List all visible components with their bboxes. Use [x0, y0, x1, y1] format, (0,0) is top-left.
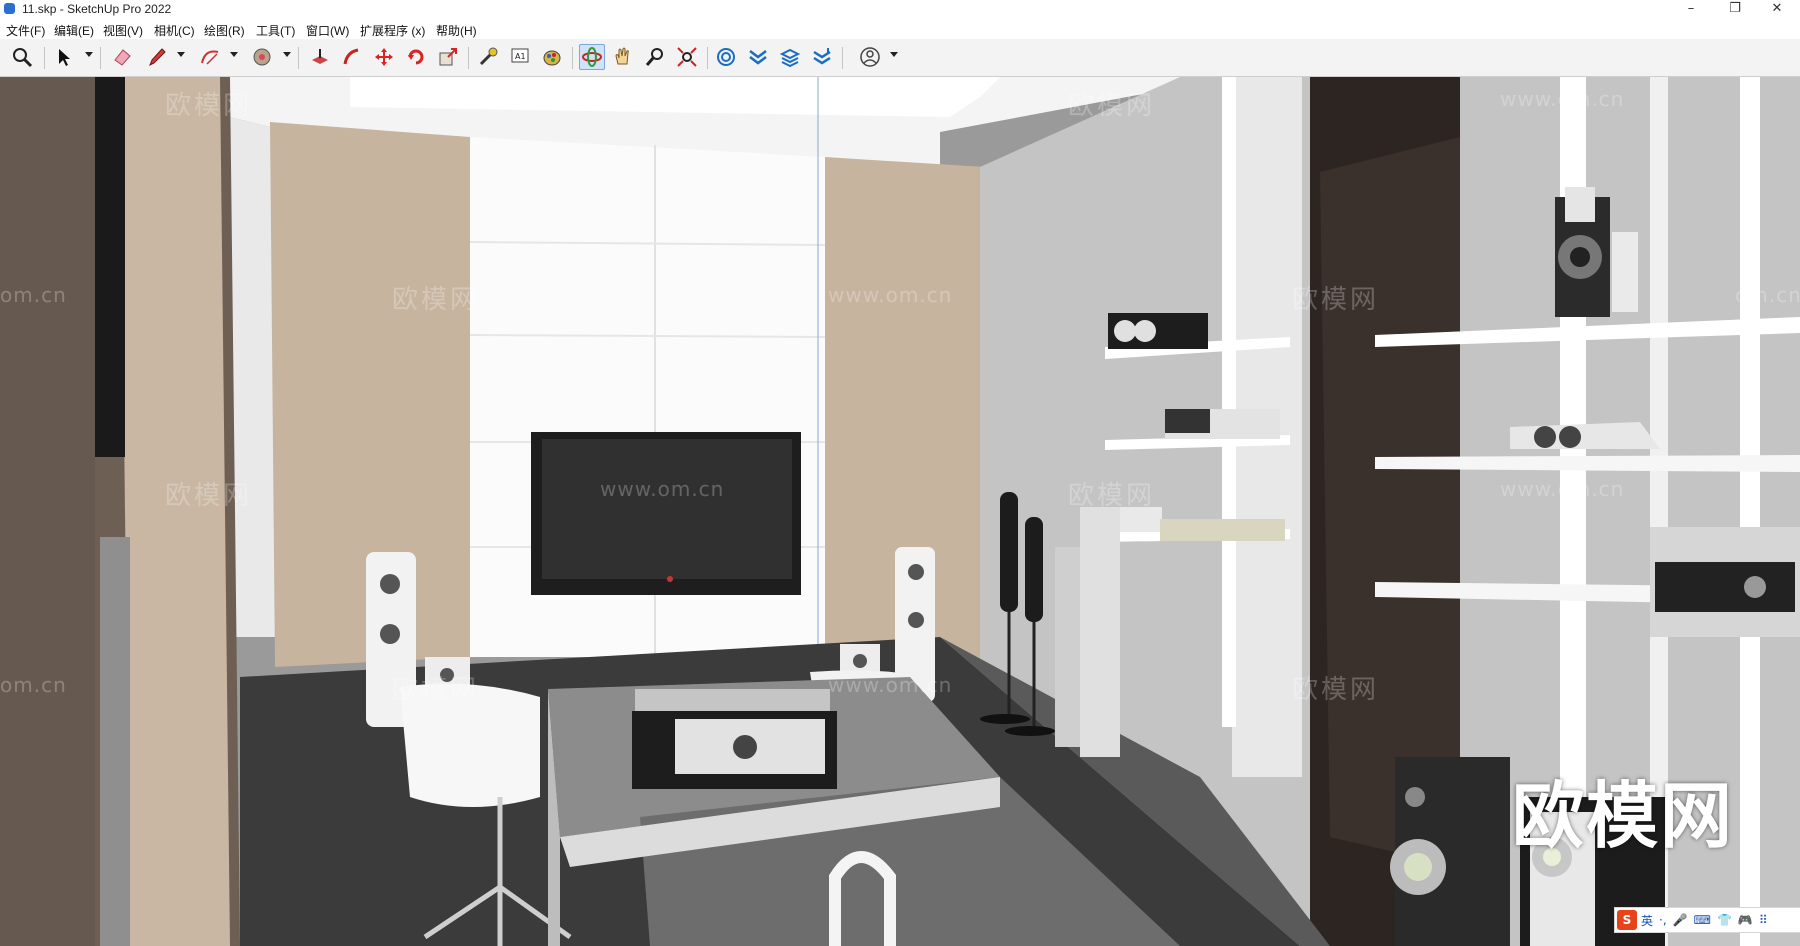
watermark: 欧模网 [392, 675, 480, 705]
arc-dropdown-icon[interactable] [230, 52, 238, 57]
select-icon[interactable] [52, 45, 76, 69]
watermark: om.cn [0, 673, 67, 697]
orbit-icon[interactable] [579, 44, 605, 70]
ime-punctuation-toggle[interactable]: ·, [1659, 913, 1667, 927]
toolbar-separator [298, 47, 299, 69]
toolbar-separator [44, 47, 45, 69]
watermark: 欧模网 [1068, 481, 1156, 511]
ime-language-toggle[interactable]: 英 [1641, 912, 1653, 929]
menu-view[interactable]: 视图(V) [103, 22, 143, 39]
watermark: 欧模网 [165, 91, 253, 121]
text-tool-label: A1 [515, 52, 526, 61]
eraser-icon[interactable] [110, 45, 134, 69]
watermark: www.om.cn [828, 283, 953, 307]
microphone-icon[interactable]: 🎤 [1673, 913, 1688, 927]
toolbar-separator [707, 47, 708, 69]
menu-edit[interactable]: 编辑(E) [54, 22, 94, 39]
paint-icon[interactable] [540, 45, 564, 69]
toolbar-separator [100, 47, 101, 69]
toolbar-separator [842, 47, 843, 69]
3d-warehouse-icon[interactable] [714, 45, 738, 69]
watermark: www.om.cn [1500, 87, 1625, 111]
menu-extensions[interactable]: 扩展程序 (x) [360, 22, 425, 39]
game-icon[interactable]: 🎮 [1738, 913, 1753, 927]
restore-button[interactable]: ❐ [1712, 0, 1758, 19]
zoom-icon[interactable] [10, 45, 34, 69]
close-button[interactable]: ✕ [1754, 0, 1800, 19]
pan-icon[interactable] [611, 45, 635, 69]
ime-logo-icon[interactable]: S [1617, 910, 1637, 930]
follow-me-icon[interactable] [340, 45, 364, 69]
shape-dropdown-icon[interactable] [283, 52, 291, 57]
toolbar-separator [572, 47, 573, 69]
watermark: www.om.cn [1500, 477, 1625, 501]
extension-warehouse-icon[interactable] [746, 45, 770, 69]
zoom-extents-icon[interactable] [675, 45, 699, 69]
menu-camera[interactable]: 相机(C) [154, 22, 195, 39]
tape-measure-icon[interactable] [476, 45, 500, 69]
ime-toolbar[interactable]: S 英 ·, 🎤 ⌨ 👕 🎮 ⠿ [1614, 907, 1800, 933]
menu-window[interactable]: 窗口(W) [306, 22, 349, 39]
arc-icon[interactable] [198, 45, 222, 69]
window-title: 11.skp - SketchUp Pro 2022 [22, 2, 172, 16]
menu-tools[interactable]: 工具(T) [256, 22, 295, 39]
rotate-icon[interactable] [404, 45, 428, 69]
extension-manager-icon[interactable] [810, 45, 834, 69]
move-icon[interactable] [372, 45, 396, 69]
layout-icon[interactable] [778, 45, 802, 69]
watermark: 欧模网 [1292, 285, 1380, 315]
menu-bar: 文件(F) 编辑(E) 视图(V) 相机(C) 绘图(R) 工具(T) 窗口(W… [0, 19, 1800, 39]
menu-draw[interactable]: 绘图(R) [204, 22, 245, 39]
line-dropdown-icon[interactable] [177, 52, 185, 57]
skin-icon[interactable]: 👕 [1717, 913, 1732, 927]
title-bar: 11.skp - SketchUp Pro 2022 – ❐ ✕ [0, 0, 1800, 19]
pencil-line-icon[interactable] [145, 45, 169, 69]
sketchup-app-icon [4, 3, 15, 14]
menu-file[interactable]: 文件(F) [6, 22, 45, 39]
text-icon[interactable]: A1 [508, 45, 532, 69]
keyboard-icon[interactable]: ⌨ [1694, 913, 1711, 927]
watermark: om.cn [0, 283, 67, 307]
toolbar-separator [468, 47, 469, 69]
minimize-button[interactable]: – [1668, 0, 1714, 19]
3d-viewport[interactable]: 欧模网 www.om.cn 欧模网 www.om.cn om.cn 欧模网 ww… [0, 77, 1800, 946]
watermark: 欧模网 [1068, 91, 1156, 121]
grid-menu-icon[interactable]: ⠿ [1759, 913, 1768, 927]
scale-icon[interactable] [436, 45, 460, 69]
brand-watermark-logo: 欧模网 [1512, 774, 1735, 858]
menu-help[interactable]: 帮助(H) [436, 22, 477, 39]
account-icon[interactable] [858, 45, 882, 69]
watermark: www.om.cn [600, 87, 725, 111]
watermark: www.om.cn [600, 477, 725, 501]
select-dropdown-icon[interactable] [85, 52, 93, 57]
paint-bucket-icon[interactable] [250, 45, 274, 69]
account-dropdown-icon[interactable] [890, 52, 898, 57]
watermark: 欧模网 [165, 481, 253, 511]
zoom-magnify-icon[interactable] [643, 45, 667, 69]
watermark: 欧模网 [392, 285, 480, 315]
push-pull-icon[interactable] [308, 45, 332, 69]
watermark: www.om.cn [828, 673, 953, 697]
watermark: 欧模网 [1292, 675, 1380, 705]
main-toolbar: A1 [0, 39, 1800, 77]
watermark: om.cn [1735, 283, 1800, 307]
